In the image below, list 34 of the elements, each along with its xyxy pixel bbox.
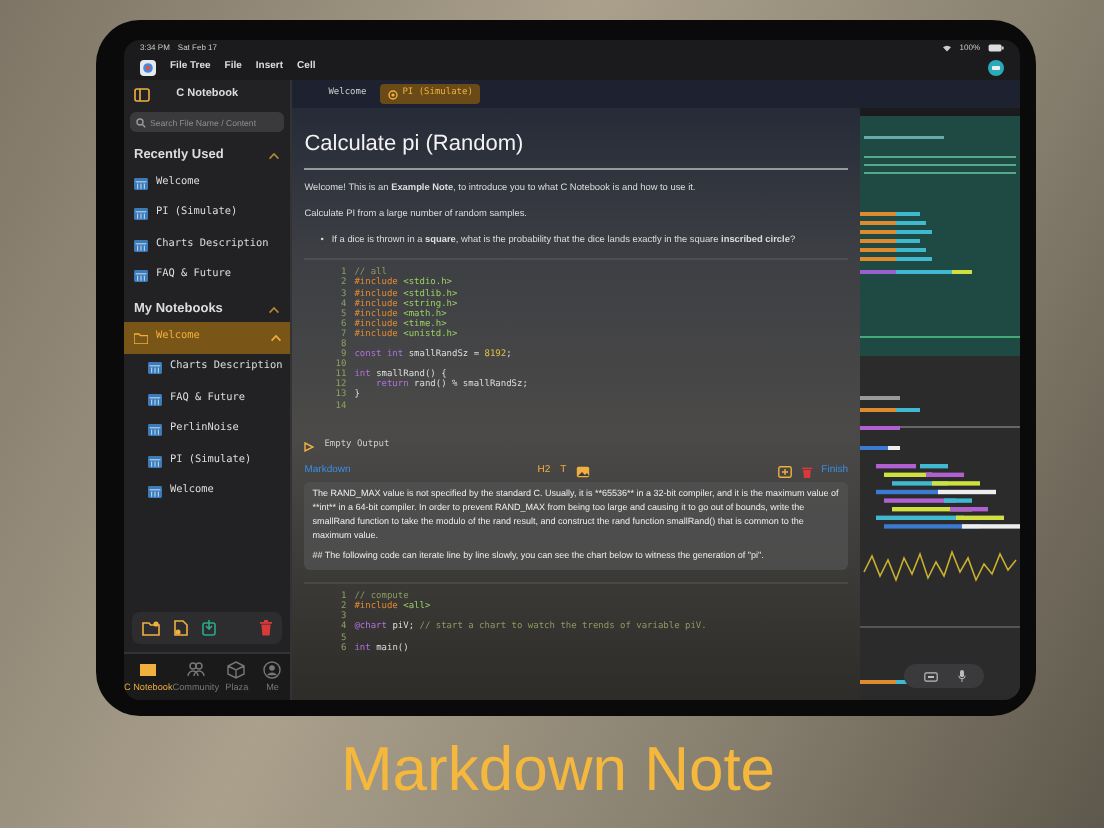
note-title: Calculate pi (Random) [304, 132, 526, 159]
folder-icon [134, 331, 148, 344]
caption: Markdown Note [338, 736, 778, 805]
download-icon[interactable] [202, 620, 216, 636]
new-file-icon[interactable] [174, 620, 188, 636]
battery-icon [988, 44, 1004, 52]
chevron-icon[interactable] [268, 306, 281, 314]
notebook-icon [134, 177, 148, 190]
avatar-icon[interactable] [988, 60, 1004, 76]
app-icon [140, 60, 156, 76]
chevron-icon[interactable] [270, 333, 283, 342]
folder-icon [138, 659, 159, 680]
play-icon[interactable] [304, 441, 315, 452]
new-folder-icon[interactable] [142, 620, 160, 636]
person-icon [262, 659, 283, 680]
image-icon[interactable] [576, 465, 591, 478]
target-icon [388, 89, 399, 99]
notebook-icon [148, 455, 162, 468]
notebook-icon [134, 239, 148, 252]
notebook-icon [148, 486, 162, 499]
keyboard-icon[interactable] [923, 671, 937, 681]
wifi-icon [941, 44, 952, 52]
notebook-icon [148, 424, 162, 437]
cube-icon [226, 659, 247, 680]
sidebar-toggle-icon[interactable] [134, 87, 150, 101]
people-icon [185, 659, 206, 680]
add-icon[interactable] [777, 465, 792, 478]
notebook-icon [134, 270, 148, 283]
microphone-icon[interactable] [957, 670, 965, 682]
chevron-icon[interactable] [268, 152, 281, 160]
notebook-icon [148, 362, 162, 375]
notebook-icon [134, 208, 148, 221]
trash-icon[interactable] [260, 620, 273, 636]
notebook-icon [148, 393, 162, 406]
